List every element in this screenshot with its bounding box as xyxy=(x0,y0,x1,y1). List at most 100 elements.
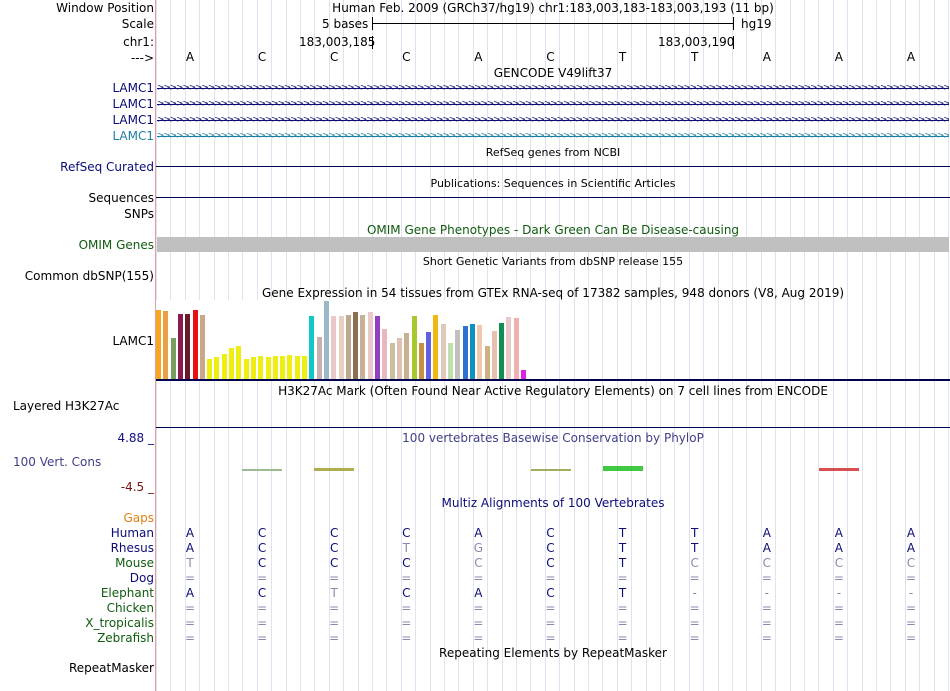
gtex-tissue-bar[interactable] xyxy=(294,356,300,379)
gtex-tissue-bar[interactable] xyxy=(207,359,213,379)
gtex-tissue-bar[interactable] xyxy=(484,346,490,379)
gtex-tissue-bar[interactable] xyxy=(243,359,249,379)
gtex-tissue-bar[interactable] xyxy=(323,301,329,379)
multiz-aligned-base: = xyxy=(761,616,772,630)
gtex-tissue-bar[interactable] xyxy=(469,324,475,379)
gtex-tissue-bar[interactable] xyxy=(229,348,234,379)
gtex-tissue-bar[interactable] xyxy=(506,317,512,379)
multiz-aligned-base: = xyxy=(257,631,268,645)
position-right-tick xyxy=(733,36,734,49)
multiz-aligned-base: = xyxy=(184,631,196,645)
scale-bar-right-tick xyxy=(733,17,734,30)
multiz-aligned-base: = xyxy=(184,571,196,585)
gtex-tissue-bar[interactable] xyxy=(462,326,468,379)
gtex-tissue-bar[interactable] xyxy=(353,312,359,379)
gtex-tissue-bar[interactable] xyxy=(433,315,439,379)
phylop-score-mark[interactable] xyxy=(818,468,859,471)
gtex-tissue-bar[interactable] xyxy=(404,333,410,379)
gtex-tissue-bar[interactable] xyxy=(426,332,432,379)
refseq-track-title[interactable]: RefSeq genes from NCBI xyxy=(156,146,950,160)
gtex-tissue-bar[interactable] xyxy=(177,314,183,379)
multiz-aligned-base: = xyxy=(617,616,628,630)
gtex-tissue-bar[interactable] xyxy=(367,312,373,379)
phylop-score-mark[interactable] xyxy=(242,469,283,471)
gtex-tissue-bar[interactable] xyxy=(156,310,161,379)
multiz-aligned-base: = xyxy=(401,601,412,615)
refseq-track-line xyxy=(156,166,950,167)
gtex-track-title[interactable]: Gene Expression in 54 tissues from GTEx … xyxy=(156,286,950,300)
multiz-aligned-base: - xyxy=(836,586,842,600)
omim-track-title[interactable]: OMIM Gene Phenotypes - Dark Green Can Be… xyxy=(156,223,950,237)
multiz-aligned-base: = xyxy=(329,601,340,615)
gtex-tissue-bar[interactable] xyxy=(382,329,388,379)
phylop-score-mark[interactable] xyxy=(314,468,355,471)
multiz-aligned-base: A xyxy=(185,586,195,600)
gtex-tissue-bar[interactable] xyxy=(331,316,337,379)
multiz-aligned-base: T xyxy=(691,526,699,540)
phylop-score-mark[interactable] xyxy=(530,469,571,471)
gtex-tissue-bar[interactable] xyxy=(389,343,395,379)
reference-base: A xyxy=(906,50,916,64)
multiz-aligned-base: = xyxy=(761,601,772,615)
gtex-tissue-bar[interactable] xyxy=(258,356,264,379)
phylop-score-mark[interactable] xyxy=(602,466,643,471)
gtex-tissue-bar[interactable] xyxy=(338,316,344,379)
gtex-tissue-bar[interactable] xyxy=(170,338,176,379)
gtex-bar-chart[interactable] xyxy=(156,300,538,380)
multiz-aligned-base: C xyxy=(257,586,267,600)
multiz-aligned-base: = xyxy=(473,631,484,645)
multiz-aligned-base: A xyxy=(906,541,916,555)
gtex-tissue-bar[interactable] xyxy=(411,316,417,379)
multiz-aligned-base: T xyxy=(618,586,627,600)
gtex-tissue-bar[interactable] xyxy=(302,356,307,379)
gtex-tissue-bar[interactable] xyxy=(199,315,205,379)
gtex-tissue-bar[interactable] xyxy=(192,310,198,379)
gtex-tissue-bar[interactable] xyxy=(236,346,242,379)
gtex-tissue-bar[interactable] xyxy=(280,356,286,379)
gtex-tissue-bar[interactable] xyxy=(418,343,424,379)
omim-gene-bar[interactable] xyxy=(157,237,949,252)
gtex-tissue-bar[interactable] xyxy=(309,316,315,379)
gtex-tissue-bar[interactable] xyxy=(185,314,191,379)
multiz-track-title[interactable]: Multiz Alignments of 100 Vertebrates xyxy=(156,496,950,510)
gtex-tissue-bar[interactable] xyxy=(265,357,271,379)
gtex-tissue-bar[interactable] xyxy=(521,370,526,379)
multiz-aligned-base: A xyxy=(762,526,771,540)
gtex-tissue-bar[interactable] xyxy=(272,356,278,379)
gtex-tissue-bar[interactable] xyxy=(250,357,256,379)
h3k27ac-track-title[interactable]: H3K27Ac Mark (Often Found Near Active Re… xyxy=(156,384,950,398)
gtex-tissue-bar[interactable] xyxy=(455,330,461,379)
gtex-tissue-bar[interactable] xyxy=(163,311,169,379)
scale-text: 5 bases xyxy=(322,17,369,31)
strand-arrows: >>>>>>>>>>>>>>>>>>>>>>>>>>>>>>>>>>>>>>>>… xyxy=(157,116,949,125)
publications-track-title[interactable]: Publications: Sequences in Scientific Ar… xyxy=(156,177,950,191)
gtex-tissue-bar[interactable] xyxy=(316,337,322,379)
gtex-tissue-bar[interactable] xyxy=(287,355,293,379)
gtex-tissue-bar[interactable] xyxy=(448,343,453,379)
gtex-tissue-bar[interactable] xyxy=(396,338,402,379)
gtex-tissue-bar[interactable] xyxy=(491,331,497,379)
reference-base: A xyxy=(762,50,771,64)
multiz-aligned-base: C xyxy=(762,556,771,570)
gtex-tissue-bar[interactable] xyxy=(440,324,446,379)
gtex-tissue-bar[interactable] xyxy=(221,354,227,379)
position-left: 183,003,185 xyxy=(299,35,376,49)
multiz-aligned-base: = xyxy=(401,571,412,585)
gtex-tissue-bar[interactable] xyxy=(499,323,505,379)
dbsnp-track-title[interactable]: Short Genetic Variants from dbSNP releas… xyxy=(156,255,950,269)
multiz-aligned-base: = xyxy=(257,571,268,585)
multiz-aligned-base: = xyxy=(905,601,917,615)
gtex-tissue-bar[interactable] xyxy=(345,315,351,379)
gtex-tissue-bar[interactable] xyxy=(513,318,519,379)
repeatmasker-track-title[interactable]: Repeating Elements by RepeatMasker xyxy=(156,646,950,660)
phylop-track-title[interactable]: 100 vertebrates Basewise Conservation by… xyxy=(156,431,950,445)
multiz-aligned-base: T xyxy=(330,586,338,600)
gencode-track-title[interactable]: GENCODE V49lift37 xyxy=(156,66,950,80)
gtex-tissue-bar[interactable] xyxy=(375,316,380,379)
multiz-aligned-base: T xyxy=(618,541,627,555)
gtex-tissue-bar[interactable] xyxy=(360,315,366,379)
multiz-aligned-base: = xyxy=(833,616,844,630)
multiz-aligned-base: C xyxy=(546,556,555,570)
gtex-tissue-bar[interactable] xyxy=(214,357,220,379)
gtex-tissue-bar[interactable] xyxy=(477,325,483,379)
